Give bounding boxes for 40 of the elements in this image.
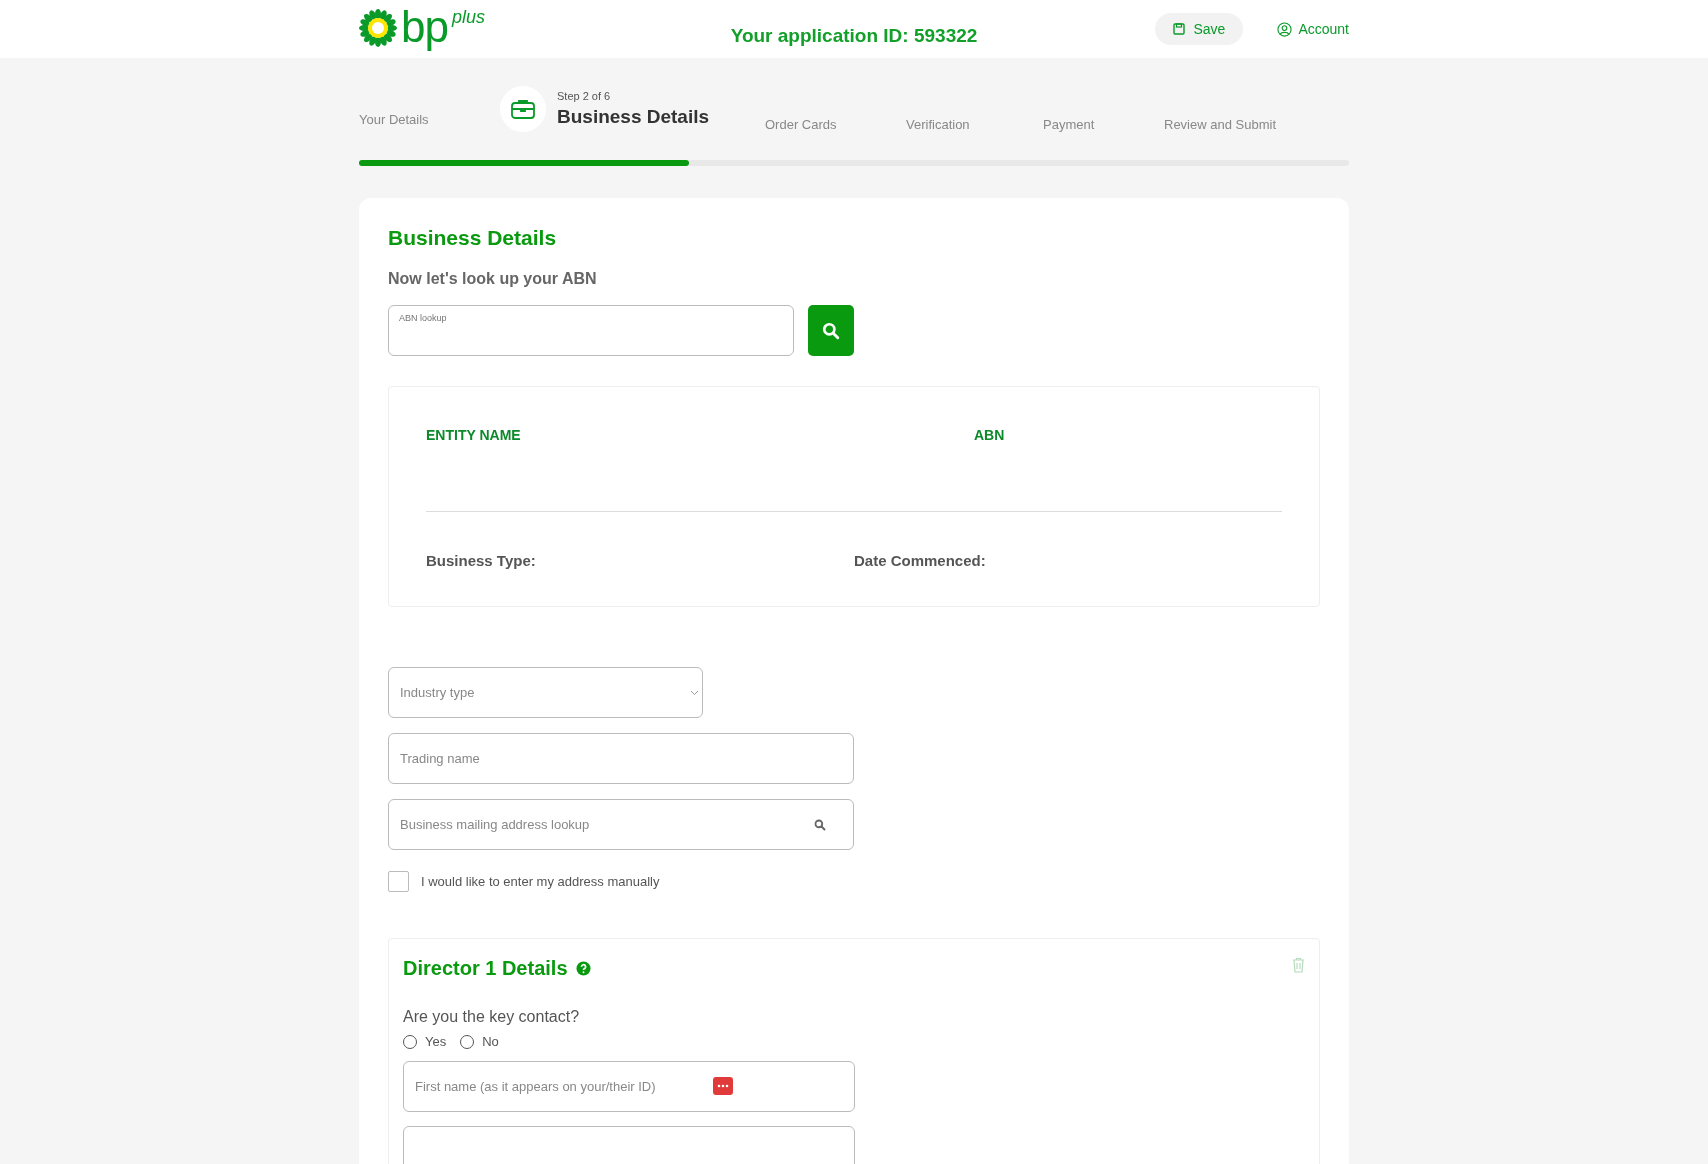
checkbox[interactable]: [388, 871, 409, 892]
step-tab[interactable]: Review and Submit: [1164, 116, 1276, 132]
account-link[interactable]: Account: [1277, 21, 1349, 37]
password-manager-icon[interactable]: [713, 1077, 733, 1095]
text-field[interactable]: [403, 1126, 855, 1164]
section-subtitle: Now let's look up your ABN: [388, 270, 598, 288]
search-button[interactable]: [808, 305, 854, 356]
step-tab[interactable]: Verification: [906, 116, 970, 132]
step-tab[interactable]: Your Details: [359, 111, 429, 127]
logo-subtext: plus: [451, 7, 485, 28]
column-header: ENTITY NAME: [426, 427, 522, 445]
step-tab[interactable]: Payment: [1043, 116, 1095, 132]
logo-text: bp: [401, 5, 448, 49]
industry-select[interactable]: Industry type: [388, 667, 703, 718]
first-name-field[interactable]: First name (as it appears on your/their ID): [403, 1061, 855, 1112]
step-tab[interactable]: Business Details: [557, 106, 710, 128]
abn-input-field[interactable]: ABN lookup: [388, 305, 794, 356]
question-text: Are you the key contact?: [403, 1008, 581, 1026]
step-caption: Step 2 of 6: [557, 90, 612, 102]
trading-name-field[interactable]: Trading name: [388, 733, 854, 784]
search-icon: [822, 321, 840, 340]
application-id: Your application ID: 593322: [730, 25, 978, 47]
help-icon[interactable]: [575, 961, 591, 976]
chevron-down-icon: [690, 689, 699, 696]
field-label: Business Type:: [426, 552, 537, 569]
field-label: Date Commenced:: [854, 552, 986, 569]
floppy-icon: [1173, 23, 1186, 35]
radio-label: No: [482, 1034, 499, 1049]
radio-label: Yes: [425, 1034, 447, 1049]
column-header: ABN: [974, 427, 1005, 445]
sun-logo-icon: [359, 9, 397, 47]
director-title: Director 1 Details: [403, 957, 568, 980]
step-tab[interactable]: Order Cards: [765, 116, 837, 132]
checkbox-label: I would like to enter my address manually: [421, 874, 660, 889]
address-lookup-field[interactable]: Business mailing address lookup: [388, 799, 854, 850]
section-title: Business Details: [388, 226, 558, 250]
briefcase-icon: [500, 86, 546, 132]
user-icon: [1277, 21, 1293, 37]
search-icon: [814, 818, 826, 831]
save-button[interactable]: Save: [1155, 13, 1244, 45]
